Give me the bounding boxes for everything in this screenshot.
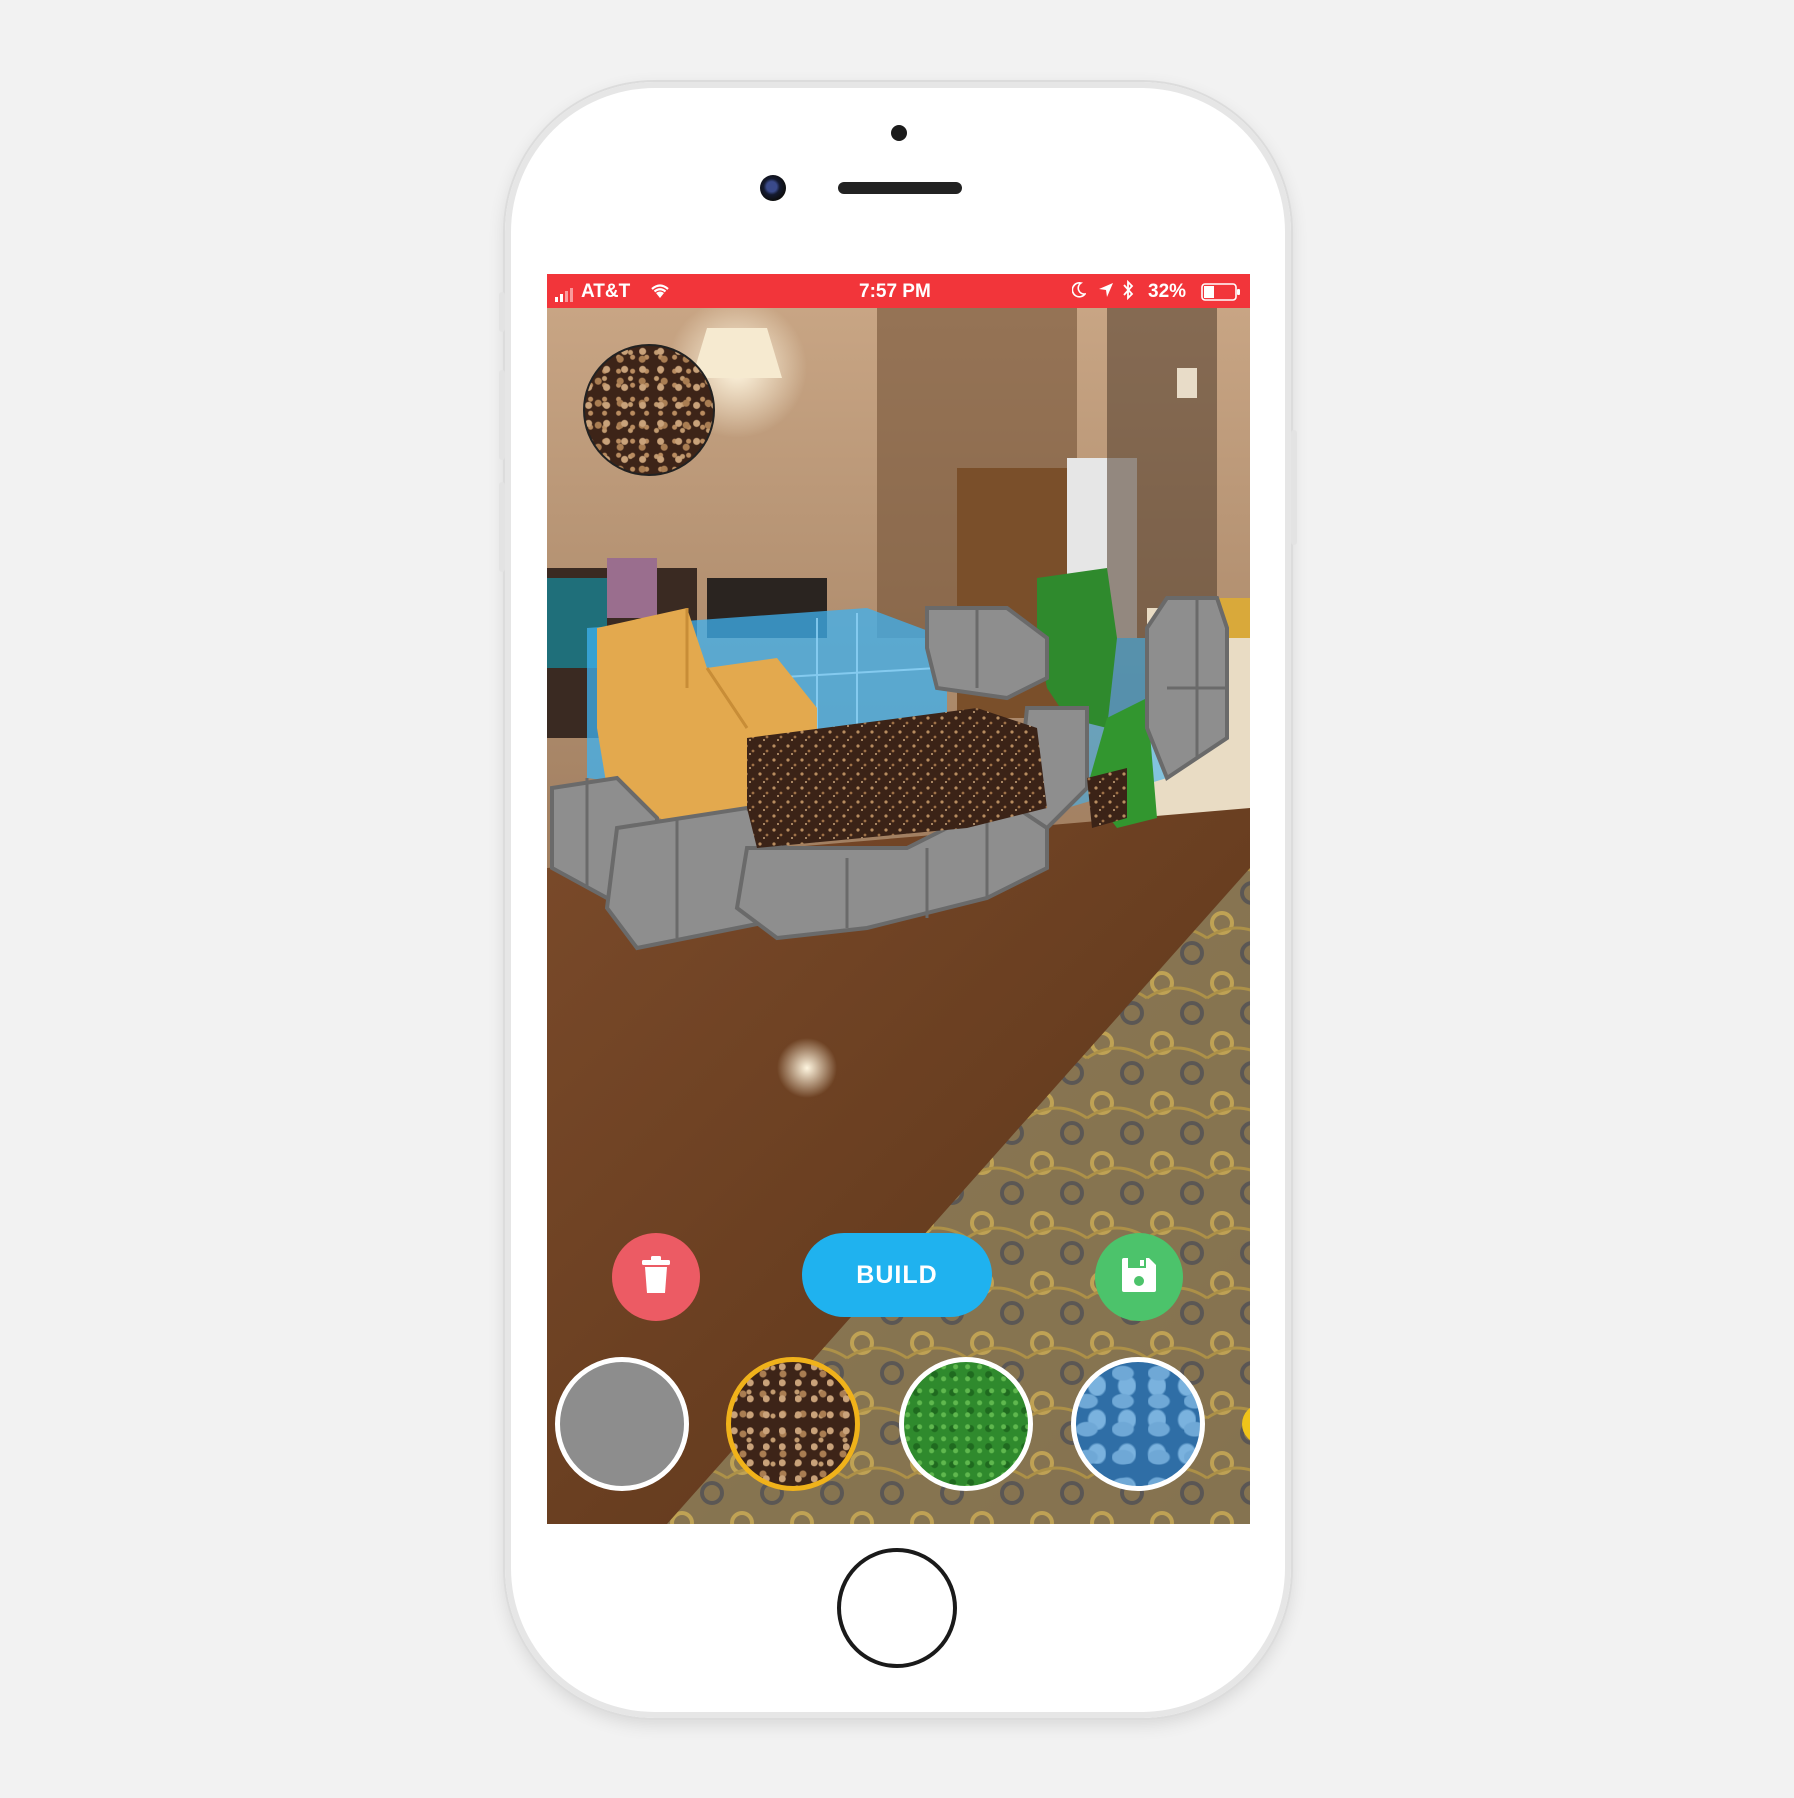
battery-percent: 32% [1148,281,1187,302]
earpiece-speaker [838,182,962,194]
carrier-name: AT&T [581,281,631,302]
material-swatch-stone[interactable] [555,1357,689,1491]
volume-down-button [499,482,505,572]
location-arrow-icon [1098,282,1114,304]
battery-icon [1201,283,1241,307]
proximity-sensor [891,125,907,141]
signal-icon [555,286,577,308]
trash-icon [639,1255,673,1300]
wifi-icon [650,283,670,305]
material-swatch-water[interactable] [1071,1357,1205,1491]
moon-icon [1071,282,1087,304]
home-button[interactable] [837,1548,957,1668]
volume-up-button [499,370,505,460]
status-bar: AT&T 7:57 PM 32% [547,274,1250,308]
save-button[interactable] [1095,1233,1183,1321]
build-button[interactable]: BUILD [802,1233,992,1317]
trash-button[interactable] [612,1233,700,1321]
mute-switch [499,292,505,332]
material-swatch-dirt[interactable] [726,1357,860,1491]
clock: 7:57 PM [859,281,931,302]
floppy-disk-icon [1120,1256,1158,1299]
power-button [1291,430,1297,545]
bluetooth-icon [1122,279,1134,306]
screen: AT&T 7:57 PM 32% BUILD [547,274,1250,1524]
material-swatch-grass[interactable] [899,1357,1033,1491]
front-camera [760,175,786,201]
ar-camera-view[interactable] [547,308,1250,1524]
selected-material-indicator [583,344,715,476]
